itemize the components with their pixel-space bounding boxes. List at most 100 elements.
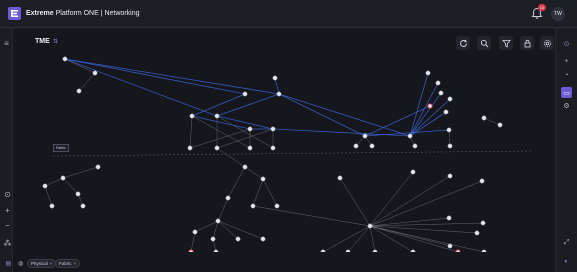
device-node[interactable] — [447, 96, 453, 102]
device-node[interactable] — [369, 143, 375, 149]
device-node[interactable] — [412, 143, 418, 149]
device-node[interactable] — [189, 113, 195, 119]
globe-icon[interactable]: ◍ — [16, 259, 25, 268]
layout-icon[interactable]: ⁂ — [3, 239, 12, 248]
physical-link[interactable] — [189, 128, 251, 149]
physical-link[interactable] — [339, 177, 371, 227]
device-node[interactable] — [435, 80, 441, 86]
device-node[interactable] — [192, 229, 198, 235]
device-node[interactable] — [367, 223, 373, 229]
expand-icon[interactable]: ⤢ — [561, 237, 572, 248]
fabric-link[interactable] — [409, 72, 429, 137]
device-node[interactable] — [362, 133, 368, 139]
physical-link[interactable] — [217, 220, 264, 240]
fabric-link[interactable] — [272, 128, 411, 137]
physical-link[interactable] — [212, 220, 219, 240]
fabric-link[interactable] — [364, 105, 431, 137]
settings-panel-icon[interactable]: ⚙ — [561, 100, 572, 111]
device-node[interactable] — [447, 243, 453, 249]
physical-link[interactable] — [244, 166, 264, 180]
refresh-button[interactable] — [456, 36, 470, 50]
device-node[interactable] — [235, 236, 241, 242]
topology-graph[interactable] — [13, 56, 555, 252]
remove-filter-icon[interactable]: × — [50, 261, 53, 266]
fabric-link[interactable] — [216, 93, 280, 117]
add-icon[interactable]: + — [561, 56, 572, 67]
fabric-link[interactable] — [191, 115, 251, 130]
device-node[interactable] — [242, 91, 248, 97]
menu-icon[interactable]: ≡ — [2, 39, 11, 48]
device-node[interactable] — [427, 103, 433, 109]
device-node[interactable] — [225, 195, 231, 201]
physical-link[interactable] — [217, 197, 229, 222]
device-node[interactable] — [497, 122, 503, 128]
device-node[interactable] — [272, 75, 278, 81]
physical-link[interactable] — [191, 115, 251, 149]
physical-link[interactable] — [369, 180, 483, 227]
device-node[interactable] — [270, 126, 276, 132]
filter-button[interactable] — [499, 36, 513, 50]
device-node[interactable] — [410, 169, 416, 175]
assistant-icon[interactable]: ◐ — [561, 256, 572, 267]
device-node[interactable] — [447, 173, 453, 179]
physical-link[interactable] — [189, 115, 193, 149]
physical-link[interactable] — [262, 178, 278, 207]
remove-filter-icon[interactable]: × — [74, 261, 77, 266]
device-node[interactable] — [353, 143, 359, 149]
device-node[interactable] — [62, 56, 68, 62]
physical-link[interactable] — [483, 117, 501, 126]
fabric-link[interactable] — [64, 58, 218, 117]
topology-canvas[interactable]: Fabric — [13, 56, 555, 252]
device-node[interactable] — [455, 249, 461, 252]
device-node[interactable] — [270, 145, 276, 151]
filter-chip-fabric[interactable]: Fabric × — [55, 259, 81, 268]
device-node[interactable] — [95, 164, 101, 170]
physical-link[interactable] — [369, 175, 451, 227]
physical-link[interactable] — [190, 231, 196, 252]
physical-link[interactable] — [194, 220, 219, 233]
zoom-out-icon[interactable]: − — [3, 221, 12, 230]
physical-link[interactable] — [62, 166, 99, 179]
device-node[interactable] — [320, 249, 326, 252]
device-node[interactable] — [214, 113, 220, 119]
physical-link[interactable] — [252, 178, 264, 207]
device-node[interactable] — [213, 249, 219, 252]
physical-link[interactable] — [44, 177, 64, 187]
device-node[interactable] — [247, 126, 253, 132]
device-node[interactable] — [276, 91, 282, 97]
physical-link[interactable] — [369, 225, 414, 252]
device-node[interactable] — [481, 249, 487, 252]
fabric-link[interactable] — [409, 92, 442, 137]
physical-link[interactable] — [62, 177, 79, 195]
physical-link[interactable] — [227, 166, 246, 199]
locate-icon[interactable]: ⊙ — [3, 190, 12, 199]
device-node[interactable] — [242, 164, 248, 170]
device-node[interactable] — [188, 249, 194, 252]
hierarchy-icon[interactable]: ⇅ — [53, 38, 58, 45]
topology-view-icon[interactable]: ▭ — [561, 87, 572, 98]
device-node[interactable] — [345, 249, 351, 252]
physical-link[interactable] — [217, 220, 239, 240]
device-node[interactable] — [76, 88, 82, 94]
device-node[interactable] — [337, 175, 343, 181]
device-node[interactable] — [407, 133, 413, 139]
physical-link[interactable] — [78, 72, 96, 92]
settings-button[interactable] — [540, 36, 554, 50]
save-button[interactable] — [520, 36, 534, 50]
device-node[interactable] — [446, 127, 452, 133]
device-node[interactable] — [49, 203, 55, 209]
device-node[interactable] — [42, 183, 48, 189]
device-node[interactable] — [75, 191, 81, 197]
fabric-link[interactable] — [278, 93, 411, 137]
fabric-link[interactable] — [64, 58, 280, 95]
physical-link[interactable] — [369, 225, 451, 247]
device-node[interactable] — [474, 230, 480, 236]
device-node[interactable] — [260, 236, 266, 242]
list-view-icon[interactable]: ▤ — [4, 259, 13, 268]
device-node[interactable] — [92, 70, 98, 76]
fabric-link[interactable] — [409, 82, 439, 137]
device-node[interactable] — [481, 115, 487, 121]
physical-link[interactable] — [347, 225, 371, 252]
device-node[interactable] — [447, 143, 453, 149]
device-node[interactable] — [443, 109, 449, 115]
